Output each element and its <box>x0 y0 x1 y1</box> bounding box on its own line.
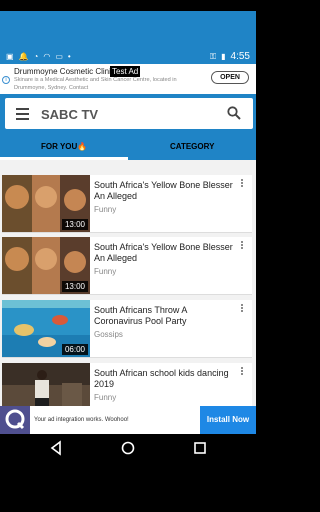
ad-title: Drummoyne Cosmetic Clinic <box>14 67 115 76</box>
sync-icon: ◔ <box>33 52 39 61</box>
system-nav-bar <box>0 434 256 512</box>
cast-icon: ◠ <box>43 52 51 61</box>
recents-icon[interactable] <box>192 440 208 456</box>
notification-icon: 🔔 <box>18 52 29 61</box>
video-thumbnail[interactable]: 13:00 <box>2 175 90 232</box>
video-title[interactable]: South Africa's Yellow Bone Blesser An Al… <box>94 180 234 202</box>
video-thumbnail[interactable]: 13:00 <box>2 237 90 294</box>
bottom-ad-text: Your ad integration works. Woohoo! <box>34 417 129 423</box>
status-bar-left: ▣ 🔔 ◔ ◠ ▭ • <box>6 52 71 61</box>
status-bar-right: ⚿ ▮ 4:55 <box>210 51 250 62</box>
more-vert-icon[interactable] <box>241 367 244 376</box>
more-icon: • <box>67 52 71 61</box>
duration-badge: 13:00 <box>61 219 88 230</box>
more-vert-icon[interactable] <box>241 304 244 313</box>
ad-info-icon[interactable]: i <box>2 76 10 84</box>
ad-open-button[interactable]: OPEN <box>211 71 249 84</box>
search-bar[interactable]: SABC TV <box>5 98 253 129</box>
search-icon[interactable] <box>226 105 242 121</box>
video-title[interactable]: South Africans Throw A Coronavirus Pool … <box>94 305 234 327</box>
video-title[interactable]: South African school kids dancing 2019 <box>94 368 234 390</box>
duration-badge: 06:00 <box>61 344 88 355</box>
back-icon[interactable] <box>48 440 64 456</box>
video-thumbnail-image <box>2 363 90 406</box>
video-category: Funny <box>94 393 117 402</box>
video-title[interactable]: South Africa's Yellow Bone Blesser An Al… <box>94 242 234 264</box>
duration-badge: 13:00 <box>61 281 88 292</box>
ad-app-logo[interactable] <box>0 406 30 434</box>
tab-category[interactable]: CATEGORY <box>170 142 214 151</box>
chat-bubble-icon <box>5 409 25 430</box>
more-vert-icon[interactable] <box>241 241 244 250</box>
more-vert-icon[interactable] <box>241 179 244 188</box>
install-now-button[interactable]: Install Now <box>200 406 256 434</box>
list-item[interactable]: South African school kids dancing 2019 F… <box>2 363 252 406</box>
menu-icon[interactable] <box>16 108 29 123</box>
list-item[interactable]: 13:00 South Africa's Yellow Bone Blesser… <box>2 237 252 295</box>
video-category: Funny <box>94 267 117 276</box>
app-title: SABC TV <box>41 107 99 122</box>
bottom-ad-banner[interactable]: Your ad integration works. Woohoo! Insta… <box>0 406 256 434</box>
video-category: Gossips <box>94 330 123 339</box>
vpn-key-icon: ⚿ <box>210 52 217 61</box>
ad-description: Skinare is a Medical Aesthetic and Skin … <box>14 77 177 91</box>
list-item[interactable]: 06:00 South Africans Throw A Coronavirus… <box>2 300 252 358</box>
video-thumbnail[interactable]: 06:00 <box>2 300 90 357</box>
image-icon: ▣ <box>6 52 14 61</box>
video-category: Funny <box>94 205 117 214</box>
status-time: 4:55 <box>230 51 250 62</box>
home-icon[interactable] <box>120 440 136 456</box>
video-thumbnail[interactable] <box>2 363 90 406</box>
video-list[interactable]: 13:00 South Africa's Yellow Bone Blesser… <box>0 160 256 406</box>
top-black-strip <box>0 0 256 11</box>
tab-for-you[interactable]: FOR YOU🔥 <box>41 142 87 151</box>
screen-icon: ▭ <box>55 52 63 61</box>
list-item[interactable]: 13:00 South Africa's Yellow Bone Blesser… <box>2 175 252 233</box>
battery-icon: ▮ <box>221 52 226 61</box>
